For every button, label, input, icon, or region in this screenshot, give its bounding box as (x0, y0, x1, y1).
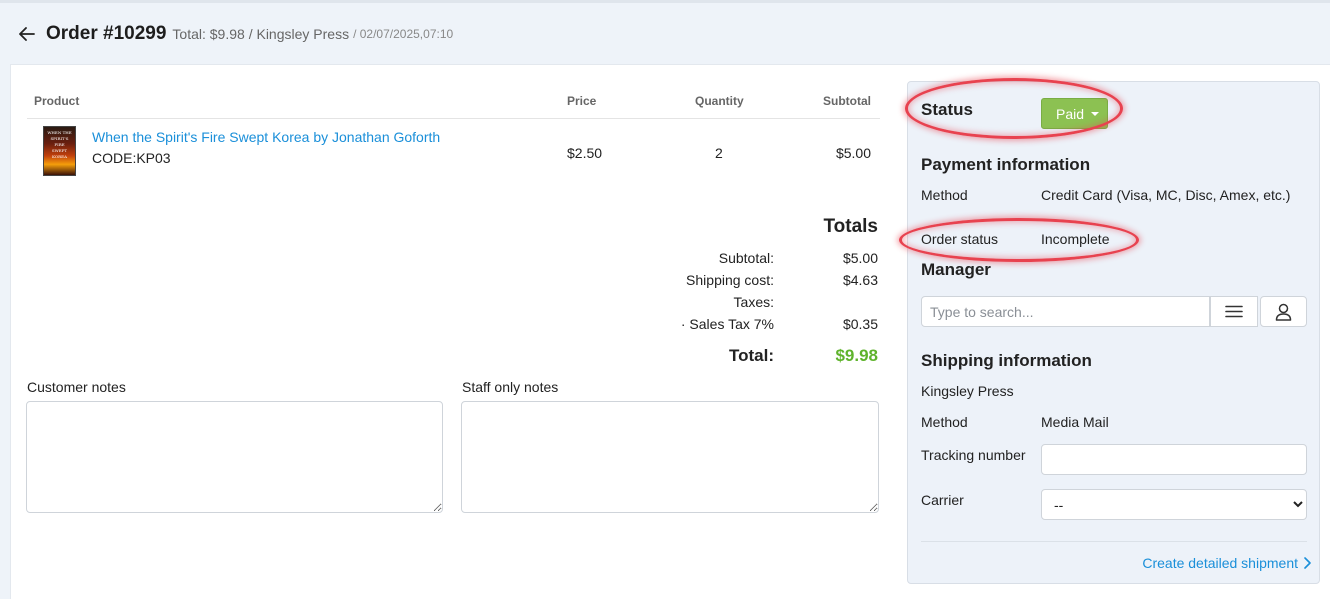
customer-notes-label: Customer notes (27, 379, 126, 395)
product-thumbnail: WHEN THE SPIRIT'S FIRE SWEPT KOREA (43, 126, 76, 176)
panel-divider (921, 541, 1307, 542)
product-name-link[interactable]: When the Spirit's Fire Swept Korea by Jo… (92, 129, 440, 145)
staff-notes-label: Staff only notes (462, 379, 559, 395)
status-dropdown-button[interactable]: Paid (1041, 98, 1108, 129)
subtotal-value: $5.00 (842, 250, 878, 266)
order-side-panel: Status Paid Payment information Method C… (899, 78, 1320, 584)
arrow-left-icon[interactable] (18, 25, 36, 43)
column-header-quantity: Quantity (695, 94, 744, 108)
page-header: Order #10299 Total: $9.98 / Kingsley Pre… (0, 3, 1330, 65)
totals-title: Totals (823, 216, 878, 237)
column-header-product: Product (34, 94, 80, 108)
shipping-method-label: Method (921, 414, 968, 430)
shipping-cost-value: $4.63 (842, 272, 878, 288)
shipping-cost-label: Shipping cost: (686, 272, 774, 288)
carrier-label: Carrier (921, 492, 964, 508)
menu-lines-icon (1225, 305, 1243, 318)
subtotal-label: Subtotal: (718, 250, 774, 266)
taxes-label: Taxes: (733, 294, 774, 310)
sales-tax-label: · Sales Tax 7% (680, 316, 774, 332)
status-title: Status (921, 100, 973, 119)
product-code: CODE:KP03 (92, 150, 171, 166)
user-icon (1275, 303, 1292, 321)
shipping-method-value: Media Mail (1041, 414, 1109, 430)
product-subtotal: $5.00 (835, 145, 871, 161)
total-label: Total: (728, 346, 774, 365)
total-value: $9.98 (835, 346, 878, 365)
caret-down-icon (1091, 112, 1099, 116)
order-date: / 02/07/2025,07:10 (353, 27, 454, 41)
sales-tax-value: $0.35 (842, 316, 878, 332)
staff-notes-textarea[interactable] (461, 401, 879, 513)
carrier-select[interactable]: -- (1041, 489, 1307, 520)
order-status-label: Order status (921, 231, 999, 247)
status-value: Paid (1056, 105, 1085, 122)
payment-method-label: Method (921, 187, 968, 203)
manager-list-button[interactable] (1210, 296, 1258, 327)
main-card: Product Price Quantity Subtotal WHEN THE… (10, 64, 1330, 599)
product-quantity: 2 (715, 145, 723, 161)
payment-info-title: Payment information (921, 155, 1091, 174)
customer-notes-textarea[interactable] (26, 401, 443, 513)
chevron-right-icon (1304, 557, 1311, 569)
create-detailed-shipment-link[interactable]: Create detailed shipment (1142, 555, 1311, 571)
manager-search-input[interactable] (921, 296, 1210, 327)
column-header-subtotal: Subtotal (823, 94, 871, 108)
tracking-number-input[interactable] (1041, 444, 1307, 475)
page-title: Order #10299 (46, 23, 167, 44)
product-price: $2.50 (567, 145, 603, 161)
manager-title: Manager (921, 260, 991, 279)
manager-assign-user-button[interactable] (1260, 296, 1307, 327)
shipping-info-title: Shipping information (921, 351, 1092, 370)
table-divider (27, 118, 880, 119)
payment-method-value: Credit Card (Visa, MC, Disc, Amex, etc.) (1041, 187, 1291, 203)
order-summary: Total: $9.98 / Kingsley Press (172, 26, 350, 42)
tracking-number-label: Tracking number (921, 447, 1026, 463)
column-header-price: Price (567, 94, 597, 108)
order-status-value: Incomplete (1041, 231, 1110, 247)
shipping-company: Kingsley Press (921, 383, 1014, 399)
